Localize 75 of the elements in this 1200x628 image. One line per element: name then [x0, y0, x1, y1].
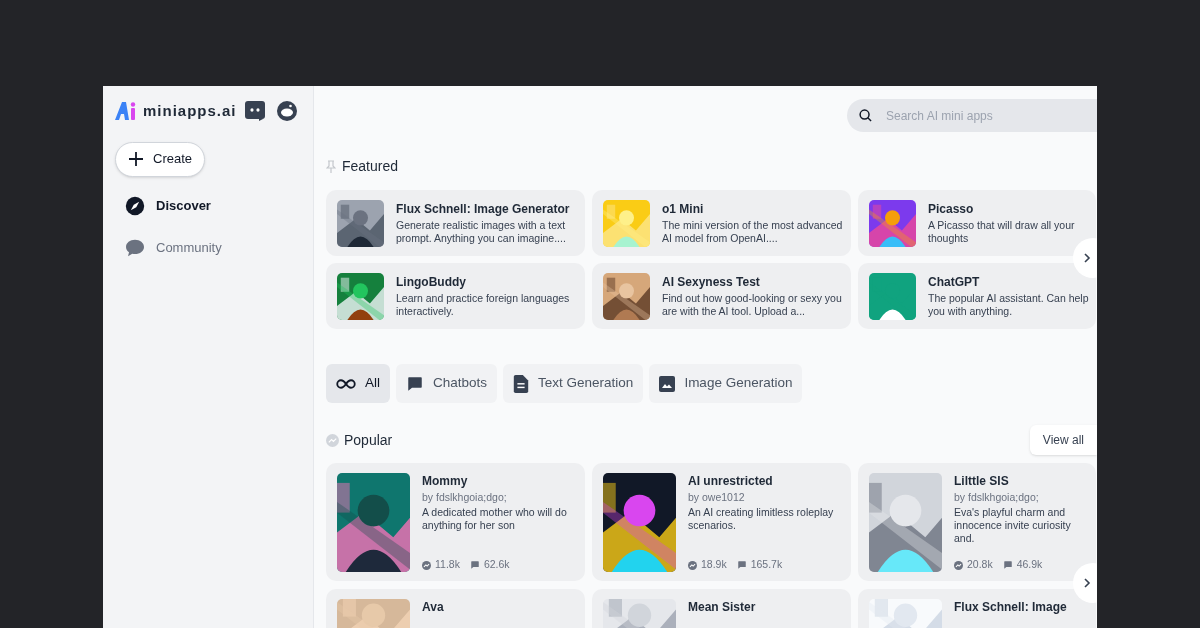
app-description: A dedicated mother who will do anything for her son [422, 506, 568, 532]
app-title: AI Sexyness Test [662, 274, 761, 290]
app-description: The popular AI assistant. Can help you with anything. [928, 291, 1090, 318]
usage-count: 18.9k [701, 557, 727, 573]
app-title: AI unrestricted [688, 474, 774, 489]
plus-icon [129, 152, 143, 166]
document-icon [513, 374, 530, 393]
app-card[interactable]: Flux Schnell: Image [858, 589, 1096, 628]
message-count: 46.9k [1016, 557, 1043, 573]
filter-tab[interactable]: Text Generation [503, 364, 644, 403]
author: by owe1012 [688, 491, 746, 504]
brand-name: miniapps.ai [143, 101, 237, 121]
search-icon [859, 109, 872, 122]
app-description: An AI creating limitless roleplay scenarios. [688, 506, 835, 532]
trending-icon [688, 560, 697, 570]
app-title: ChatGPT [928, 274, 981, 290]
app-card[interactable]: Mommy by fdslkhgoia;dgo; A dedicated mother who will do anything for her son 11.8k 62.6k [326, 463, 585, 581]
app-card[interactable]: AI Sexyness Test Find out how good-looking or sexy you are with the AI tool. Upload a... [592, 263, 851, 329]
message-count: 165.7k [750, 557, 783, 573]
chevron-right-icon [1081, 252, 1093, 264]
nav-item[interactable]: Discover [115, 188, 301, 223]
chat-icon [1002, 560, 1013, 571]
speech-bubble-icon [125, 238, 145, 257]
app-card[interactable]: Lilttle SIS by fdslkhgoia;dgo; Eva's playful charm and innocence invite curiosity and. 20.8k 46.9k [858, 463, 1096, 581]
compass-icon [125, 195, 145, 216]
chat-icon [736, 560, 747, 571]
app-card[interactable]: Mean Sister [592, 589, 851, 628]
app-description: Generate realistic images with a text prompt. Anything you can imagine.... [396, 218, 567, 245]
chat-icon [406, 374, 424, 393]
app-title: Lilttle SIS [954, 474, 1010, 489]
image-icon [659, 375, 676, 392]
usage-count: 11.8k [435, 557, 460, 573]
app-title: Ava [422, 600, 444, 616]
filter-tab[interactable]: All [326, 364, 390, 403]
filter-tab[interactable]: Chatbots [396, 364, 498, 403]
create-button[interactable]: Create [115, 141, 206, 177]
chat-icon [469, 560, 480, 571]
app-title: Flux Schnell: Image [954, 600, 1067, 616]
app-title: Mommy [422, 474, 469, 489]
message-count: 62.6k [483, 557, 510, 573]
section-title: Popular [344, 430, 393, 450]
app-description: Learn and practice foreign languages interactively. [396, 291, 571, 318]
filter-tab[interactable]: Image Generation [649, 364, 803, 403]
app-description: Find out how good-looking or sexy you are with the AI tool. Upload a... [662, 291, 843, 318]
app-card[interactable]: Flux Schnell: Image Generator Generate realistic images with a text prompt. Anything you can imagine.... [326, 190, 585, 256]
nav-item[interactable]: Community [115, 230, 301, 265]
discord-icon[interactable] [244, 101, 265, 122]
app-card[interactable]: Picasso A Picasso that will draw all your thoughts [858, 190, 1096, 256]
trending-icon [954, 560, 963, 570]
chevron-right-icon [1081, 577, 1093, 589]
app-title: o1 Mini [662, 201, 705, 217]
app-description: The mini version of the most advanced AI model from OpenAI.... [662, 218, 844, 245]
app-card[interactable]: Ava [326, 589, 585, 628]
author: by fdslkhgoia;dgo; [954, 491, 1040, 504]
reddit-icon[interactable] [276, 101, 297, 122]
section-title: Featured [342, 157, 399, 176]
app-description: A Picasso that will draw all your thoughts [928, 218, 1076, 245]
infinity-icon [336, 377, 356, 390]
app-card[interactable]: LingoBuddy Learn and practice foreign languages interactively. [326, 263, 585, 329]
app-title: Mean Sister [688, 600, 756, 616]
app-title: Flux Schnell: Image Generator [396, 201, 571, 217]
usage-count: 20.8k [967, 557, 993, 573]
search-field[interactable]: Search AI mini apps [847, 99, 1097, 132]
author: by fdslkhgoia;dgo; [422, 491, 508, 504]
logo-icon [115, 102, 137, 121]
app-title: LingoBuddy [396, 274, 467, 290]
app-card[interactable]: ChatGPT The popular AI assistant. Can help you with anything. [858, 263, 1096, 329]
app-description: Eva's playful charm and innocence invite curiosity and. [954, 506, 1072, 545]
pin-icon [326, 160, 336, 173]
app-card[interactable]: AI unrestricted by owe1012 An AI creating limitless roleplay scenarios. 18.9k 165.7k [592, 463, 851, 581]
view-all-button[interactable]: View all [1029, 425, 1097, 455]
trending-icon [422, 560, 431, 570]
trending-icon [326, 433, 339, 447]
app-card[interactable]: o1 Mini The mini version of the most advanced AI model from OpenAI.... [592, 190, 851, 256]
app-title: Picasso [928, 201, 975, 217]
